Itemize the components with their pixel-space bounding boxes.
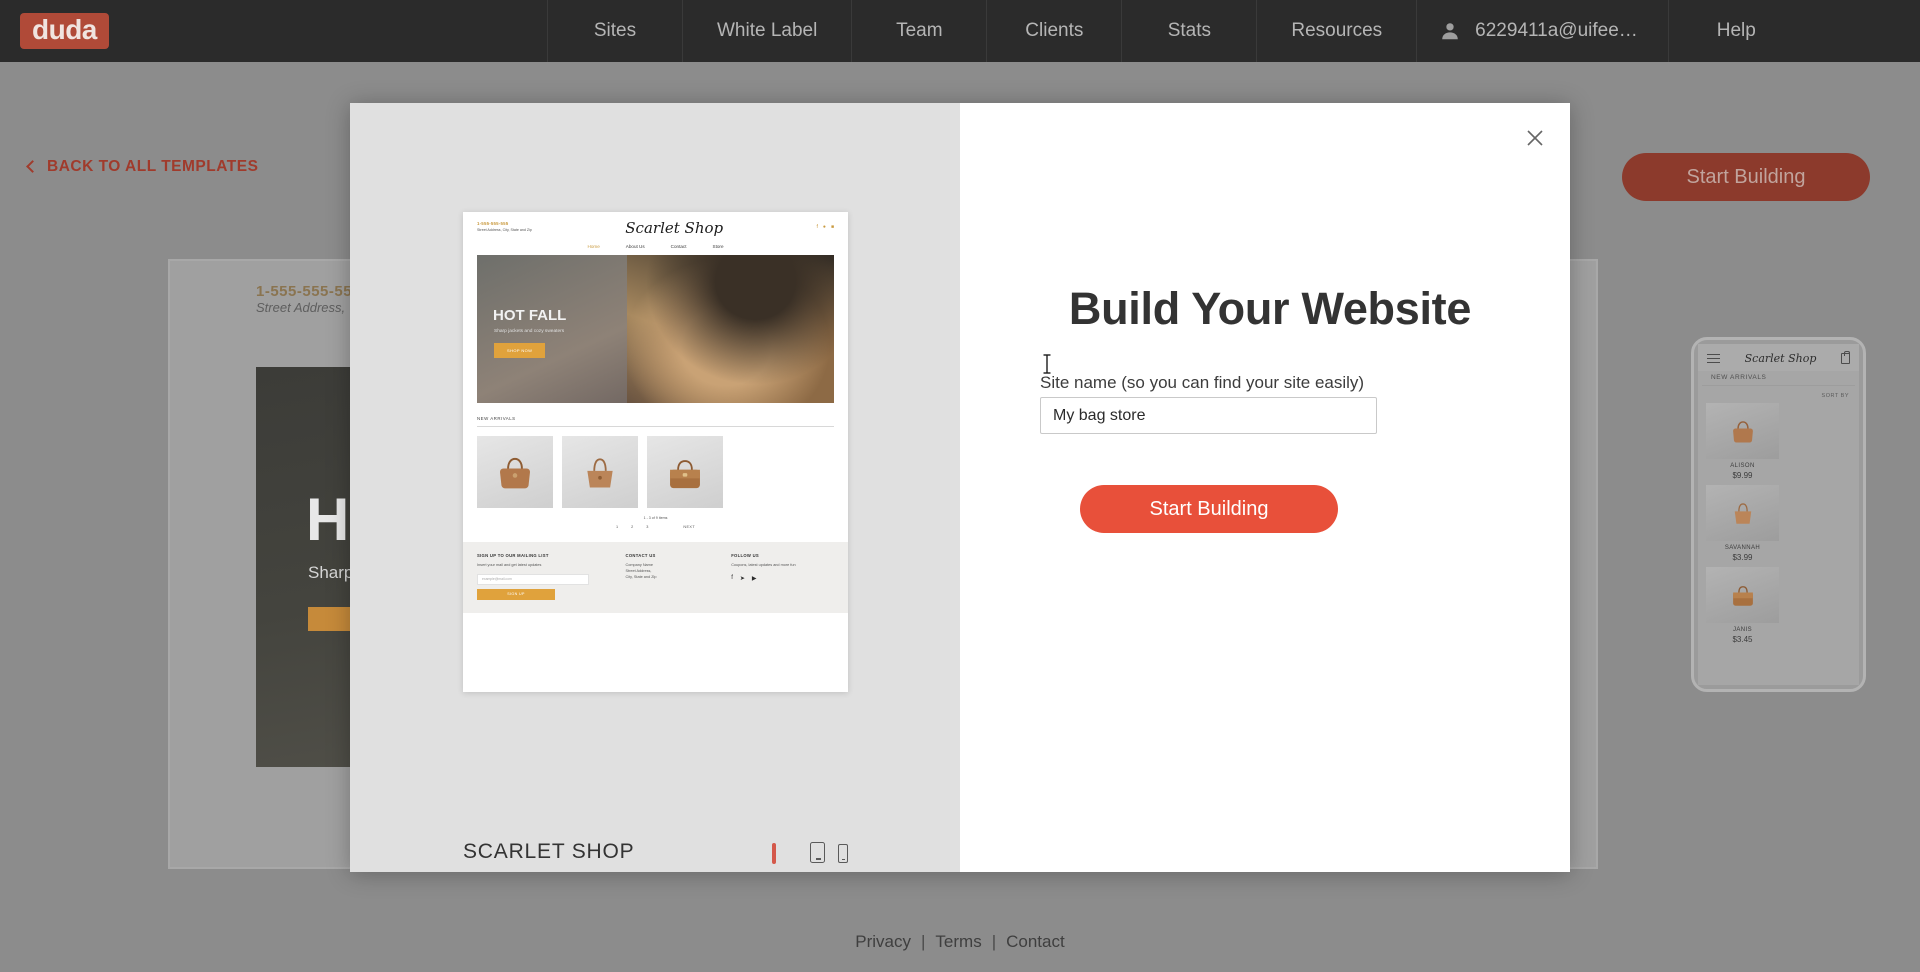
product-name: JANIS (1732, 627, 1752, 633)
modal-title: Build Your Website (1068, 283, 1472, 334)
nav-item-white-label[interactable]: White Label (683, 0, 853, 62)
logo-container[interactable]: duda (0, 0, 548, 62)
nav-item-clients[interactable]: Clients (987, 0, 1123, 62)
bg-mobile-product-item: JANIS $3.45 (1706, 567, 1779, 644)
tpl-address: Street Address, City, State and Zip (477, 227, 532, 232)
modal-template-panel: 1-555-555-555 Street Address, City, Stat… (350, 103, 960, 872)
tpl-page-2: 2 (631, 525, 634, 529)
tpl-follow-text: Coupons, latest updates and more fun (731, 563, 796, 567)
tpl-contact-line: City, State and Zip (625, 574, 657, 579)
back-link-label: BACK TO ALL TEMPLATES (47, 158, 259, 175)
bg-mobile-logo: Scarlet Shop (1744, 352, 1817, 365)
account-email: 6229411a@uifee… (1475, 20, 1638, 41)
bg-mobile-product-grid: ALISON $9.99 SAVANNAH $3.99 JANIS $3.45 (1698, 403, 1859, 644)
device-mobile-icon[interactable] (838, 843, 848, 863)
chevron-left-icon (26, 160, 39, 173)
mobile-preview-frame: Scarlet Shop NEW ARRIVALS SORT BY ALISON… (1691, 337, 1866, 692)
start-building-submit-button[interactable]: Start Building (1080, 485, 1338, 533)
nav-item-stats[interactable]: Stats (1122, 0, 1258, 62)
product-image (1706, 403, 1779, 459)
top-navigation-bar: duda Sites White Label Team Clients Stat… (0, 0, 1920, 62)
product-name: ALISON (1730, 463, 1755, 469)
tpl-mail-text: Insert your mail and get latest updates (477, 563, 542, 567)
tpl-page-1: 1 (615, 525, 619, 529)
tpl-product-grid (463, 427, 848, 508)
bg-mobile-sort-by: SORT BY (1821, 393, 1849, 399)
email-icon: ■ (830, 224, 834, 230)
footer-link-contact[interactable]: Contact (1006, 932, 1065, 952)
product-image (1706, 567, 1779, 623)
tpl-nav-store: Store (712, 244, 724, 249)
tpl-item-count: 1 - 3 of 9 items (643, 516, 668, 520)
tpl-section-title: NEW ARRIVALS (477, 416, 516, 421)
footer-separator: | (921, 932, 926, 951)
tpl-social-icons: f ● ■ (817, 224, 834, 230)
hamburger-menu-icon (1707, 353, 1720, 364)
template-device-switcher (772, 841, 848, 864)
start-building-header-button[interactable]: Start Building (1622, 153, 1870, 201)
device-tablet-icon[interactable] (810, 841, 825, 863)
product-name: SAVANNAH (1724, 545, 1761, 551)
tpl-product-image (562, 436, 638, 508)
tpl-product-image (647, 436, 723, 508)
tpl-mail-input: example@mail.com (477, 573, 589, 585)
product-price: $3.99 (1732, 553, 1753, 562)
tpl-nav-contact: Contact (670, 244, 687, 249)
tpl-page-next: NEXT (683, 525, 696, 529)
duda-logo[interactable]: duda (20, 12, 109, 50)
template-thumbnail[interactable]: 1-555-555-555 Street Address, City, Stat… (463, 212, 848, 692)
modal-form-panel: Build Your Website Site name (so you can… (960, 103, 1570, 872)
tpl-contact-title: CONTACT US (625, 553, 656, 558)
facebook-icon: f (731, 574, 733, 581)
footer-separator: | (991, 932, 997, 951)
nav-item-sites[interactable]: Sites (548, 0, 683, 62)
nav-item-team[interactable]: Team (852, 0, 988, 62)
tpl-phone: 1-555-555-555 (477, 221, 509, 226)
tpl-follow-icons: f ➤ ▶ (731, 575, 834, 582)
site-name-label: Site name (so you can find your site eas… (1040, 373, 1365, 392)
product-image (1706, 485, 1779, 541)
twitter-icon: ● (822, 224, 826, 230)
tpl-follow-title: FOLLOW US (731, 553, 760, 558)
bg-mobile-product-item: ALISON $9.99 (1706, 403, 1779, 480)
facebook-icon: f (816, 224, 818, 230)
footer-link-terms[interactable]: Terms (935, 932, 981, 952)
bg-mobile-section-title: NEW ARRIVALS (1702, 371, 1855, 386)
tpl-navigation: Home About Us Contact Store (463, 237, 848, 255)
tpl-nav-home: Home (587, 244, 600, 249)
site-name-input[interactable] (1040, 397, 1377, 434)
shopping-bag-icon (1841, 350, 1850, 364)
tpl-hero-title: HOT FALL (493, 307, 567, 324)
nav-item-help[interactable]: Help (1669, 0, 1804, 62)
tpl-hero-button: SHOP NOW (494, 343, 546, 358)
build-website-modal: 1-555-555-555 Street Address, City, Stat… (350, 103, 1570, 872)
nav-item-resources[interactable]: Resources (1257, 0, 1418, 62)
tpl-signup-button: SIGN UP (477, 588, 555, 600)
tpl-page-3: 3 (646, 525, 649, 529)
tpl-logo: Scarlet Shop (625, 219, 724, 237)
page-footer: Privacy | Terms | Contact (0, 912, 1920, 972)
tpl-hero: HOT FALL Sharp jackets and cozy sweaters… (477, 255, 834, 403)
bg-mobile-product-item: SAVANNAH $3.99 (1706, 485, 1779, 562)
template-meta: SCARLET SHOP (463, 840, 848, 864)
footer-link-privacy[interactable]: Privacy (855, 932, 911, 952)
user-avatar-icon (1439, 20, 1461, 42)
tpl-footer: SIGN UP TO OUR MAILING LIST Insert your … (463, 542, 848, 613)
product-price: $3.45 (1732, 635, 1753, 644)
twitter-icon: ➤ (739, 575, 745, 582)
close-icon[interactable] (1522, 125, 1548, 151)
product-price: $9.99 (1732, 471, 1753, 480)
nav-item-account[interactable]: 6229411a@uifee… (1417, 0, 1669, 62)
back-to-all-templates-link[interactable]: BACK TO ALL TEMPLATES (26, 158, 259, 176)
device-desktop-icon[interactable] (772, 842, 797, 864)
tpl-pagination: 1 2 3 NEXT (463, 525, 848, 529)
tpl-product-image (477, 436, 553, 508)
tpl-nav-about: About Us (625, 244, 645, 249)
tpl-hero-subtitle: Sharp jackets and cozy sweaters (494, 329, 565, 334)
template-name: SCARLET SHOP (463, 840, 635, 863)
youtube-icon: ▶ (751, 575, 757, 582)
tpl-mail-title: SIGN UP TO OUR MAILING LIST (477, 553, 549, 558)
